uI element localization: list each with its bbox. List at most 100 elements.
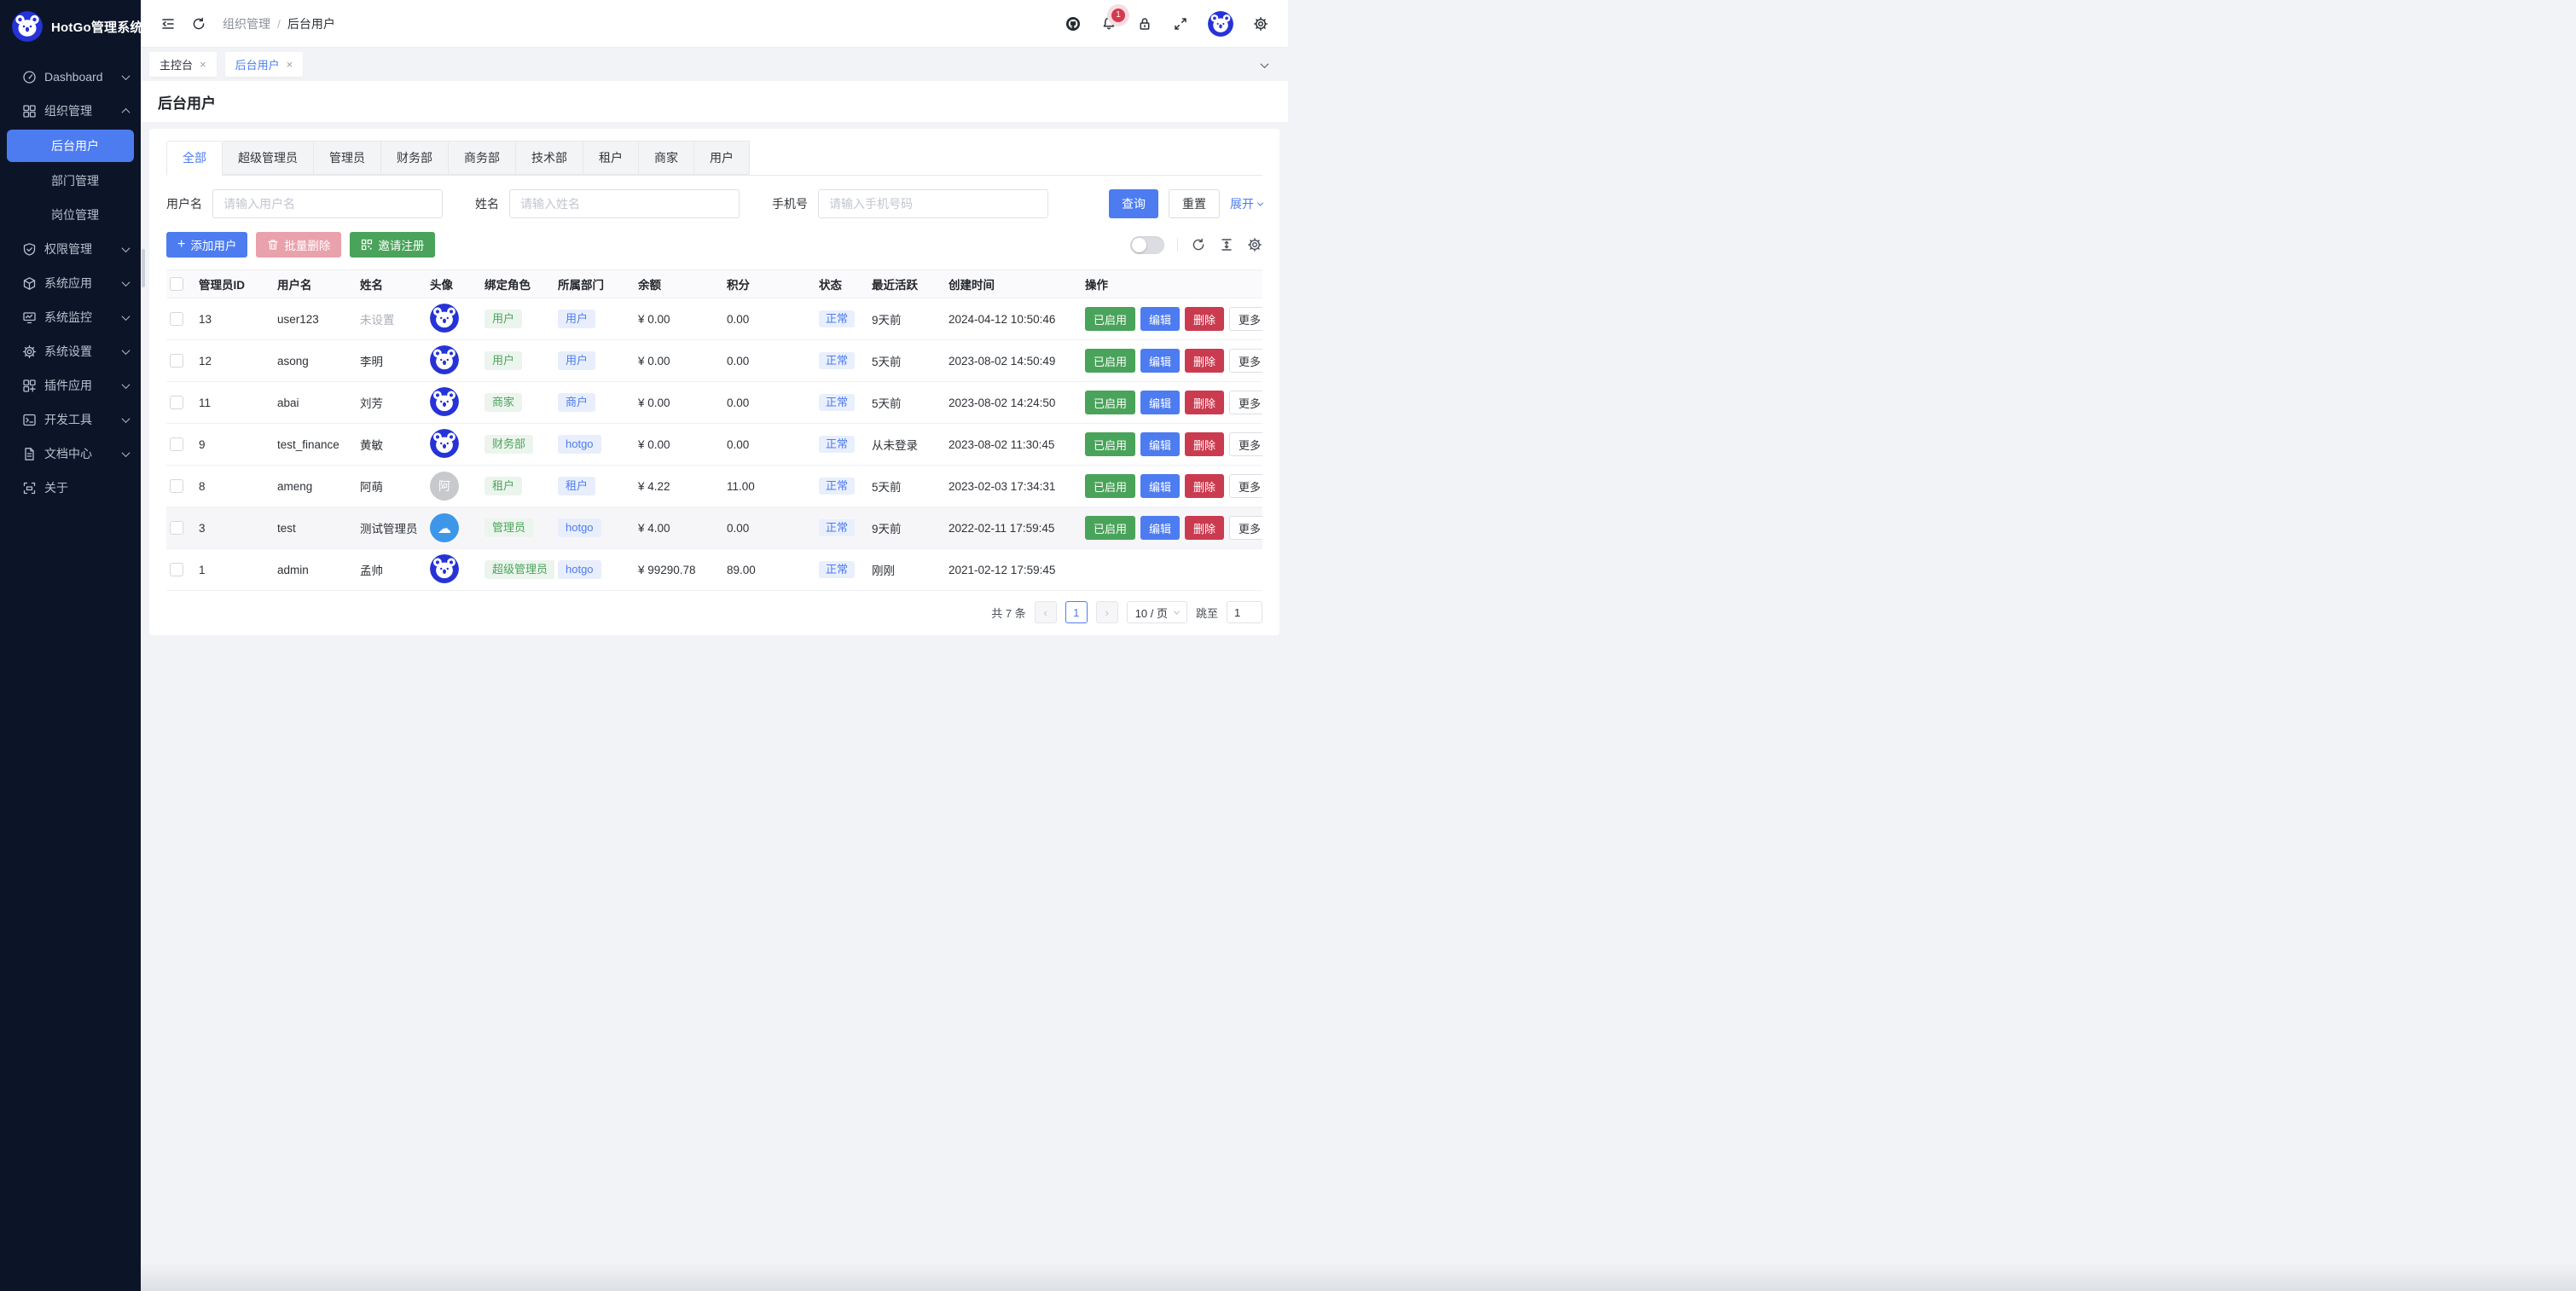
fullscreen-icon[interactable] — [1172, 15, 1189, 32]
github-icon[interactable] — [1065, 15, 1082, 32]
tabs-menu-chevron-icon[interactable] — [1262, 57, 1279, 72]
delete-button[interactable]: 删除 — [1185, 391, 1224, 414]
cell-name: 孟帅 — [357, 561, 426, 578]
edit-button[interactable]: 编辑 — [1140, 391, 1180, 414]
sidebar-item-departments[interactable]: 部门管理 — [0, 164, 141, 198]
delete-button[interactable]: 删除 — [1185, 349, 1224, 373]
more-button[interactable]: 更多 — [1229, 474, 1262, 498]
status-badge: 正常 — [819, 561, 855, 579]
breadcrumb-section[interactable]: 组织管理 — [223, 15, 270, 32]
edit-button[interactable]: 编辑 — [1140, 307, 1180, 331]
collapse-sidebar-icon[interactable] — [160, 15, 177, 32]
striped-toggle[interactable] — [1130, 236, 1164, 254]
user-avatar[interactable] — [1208, 11, 1233, 37]
role-tab-admin[interactable]: 管理员 — [314, 141, 381, 175]
sidebar-item-dashboard[interactable]: Dashboard — [0, 60, 141, 94]
role-tab-super-admin[interactable]: 超级管理员 — [223, 141, 314, 175]
select-all-checkbox[interactable] — [170, 277, 183, 291]
cell-last-active: 5天前 — [868, 394, 945, 411]
edit-button[interactable]: 编辑 — [1140, 474, 1180, 498]
sidebar-item-permissions[interactable]: 权限管理 — [0, 232, 141, 266]
page-size-select[interactable]: 10 / 页 — [1127, 601, 1187, 623]
realname-input[interactable] — [509, 189, 740, 218]
dept-tag: hotgo — [558, 518, 601, 538]
sidebar-item-docs[interactable]: 文档中心 — [0, 437, 141, 471]
edit-button[interactable]: 编辑 — [1140, 516, 1180, 540]
row-checkbox[interactable] — [170, 479, 183, 493]
enabled-button[interactable]: 已启用 — [1085, 349, 1135, 373]
invite-register-button[interactable]: 邀请注册 — [350, 232, 435, 258]
notifications-bell-icon[interactable]: 1 — [1100, 15, 1117, 32]
tab-backend-users[interactable]: 后台用户 × — [225, 52, 304, 77]
delete-button[interactable]: 删除 — [1185, 307, 1224, 331]
cell-balance: ¥ 99290.78 — [635, 564, 723, 576]
sidebar-item-about[interactable]: 关于 — [0, 471, 141, 505]
role-tab-tech[interactable]: 技术部 — [516, 141, 583, 175]
more-button[interactable]: 更多 — [1229, 349, 1262, 373]
row-checkbox[interactable] — [170, 437, 183, 451]
sidebar-item-organization[interactable]: 组织管理 — [0, 94, 141, 128]
search-button[interactable]: 查询 — [1109, 189, 1158, 218]
sidebar-scrollbar[interactable] — [142, 249, 145, 287]
enabled-button[interactable]: 已启用 — [1085, 516, 1135, 540]
cell-points: 0.00 — [723, 522, 815, 535]
tab-label: 主控台 — [160, 56, 193, 72]
sidebar-item-system-monitor[interactable]: 系统监控 — [0, 300, 141, 334]
enabled-button[interactable]: 已启用 — [1085, 307, 1135, 331]
delete-button[interactable]: 删除 — [1185, 432, 1224, 456]
close-icon[interactable]: × — [200, 58, 206, 71]
prev-page-button[interactable]: ‹ — [1035, 601, 1057, 623]
sidebar-item-plugins[interactable]: 插件应用 — [0, 368, 141, 402]
app-logo-row[interactable]: HotGo管理系统 — [0, 0, 141, 53]
reset-button[interactable]: 重置 — [1169, 189, 1220, 218]
row-height-icon[interactable] — [1219, 237, 1234, 252]
lock-screen-icon[interactable] — [1136, 15, 1153, 32]
sidebar-item-system-settings[interactable]: 系统设置 — [0, 334, 141, 368]
role-tab-finance[interactable]: 财务部 — [381, 141, 449, 175]
delete-button[interactable]: 删除 — [1185, 516, 1224, 540]
reload-page-icon[interactable] — [190, 15, 207, 32]
role-tab-all[interactable]: 全部 — [166, 141, 223, 176]
more-button[interactable]: 更多 — [1229, 307, 1262, 331]
role-tab-business[interactable]: 商务部 — [449, 141, 516, 175]
document-icon — [22, 447, 37, 461]
more-button[interactable]: 更多 — [1229, 432, 1262, 456]
add-user-button[interactable]: + 添加用户 — [166, 232, 247, 258]
jump-page-input[interactable] — [1227, 601, 1262, 623]
username-input[interactable] — [212, 189, 443, 218]
role-tag: 财务部 — [484, 435, 533, 454]
row-checkbox[interactable] — [170, 396, 183, 409]
sidebar-item-backend-users[interactable]: 后台用户 — [7, 130, 134, 162]
sidebar-item-dev-tools[interactable]: 开发工具 — [0, 402, 141, 437]
tab-console[interactable]: 主控台 × — [149, 52, 217, 77]
sidebar-item-label: 后台用户 — [51, 137, 99, 154]
settings-gear-icon[interactable] — [1252, 15, 1269, 32]
enabled-button[interactable]: 已启用 — [1085, 474, 1135, 498]
row-checkbox[interactable] — [170, 312, 183, 326]
role-tab-merchant[interactable]: 商家 — [639, 141, 694, 175]
mobile-input[interactable] — [818, 189, 1048, 218]
row-checkbox[interactable] — [170, 521, 183, 535]
cell-last-active: 刚刚 — [868, 561, 945, 578]
enabled-button[interactable]: 已启用 — [1085, 432, 1135, 456]
qr-code-icon — [361, 239, 373, 251]
expand-filters-link[interactable]: 展开 — [1230, 195, 1262, 212]
refresh-table-icon[interactable] — [1191, 237, 1206, 252]
role-tab-user[interactable]: 用户 — [694, 141, 750, 175]
close-icon[interactable]: × — [287, 58, 293, 71]
delete-button[interactable]: 删除 — [1185, 474, 1224, 498]
next-page-button[interactable]: › — [1096, 601, 1118, 623]
edit-button[interactable]: 编辑 — [1140, 432, 1180, 456]
role-tab-tenant[interactable]: 租户 — [583, 141, 639, 175]
edit-button[interactable]: 编辑 — [1140, 349, 1180, 373]
sidebar-item-positions[interactable]: 岗位管理 — [0, 198, 141, 232]
enabled-button[interactable]: 已启用 — [1085, 391, 1135, 414]
sidebar-item-system-apps[interactable]: 系统应用 — [0, 266, 141, 300]
batch-delete-button[interactable]: 批量删除 — [256, 232, 341, 258]
more-button[interactable]: 更多 — [1229, 391, 1262, 414]
more-button[interactable]: 更多 — [1229, 516, 1262, 540]
row-checkbox[interactable] — [170, 563, 183, 576]
row-checkbox[interactable] — [170, 354, 183, 368]
page-1-button[interactable]: 1 — [1065, 601, 1088, 623]
column-settings-gear-icon[interactable] — [1247, 237, 1262, 252]
